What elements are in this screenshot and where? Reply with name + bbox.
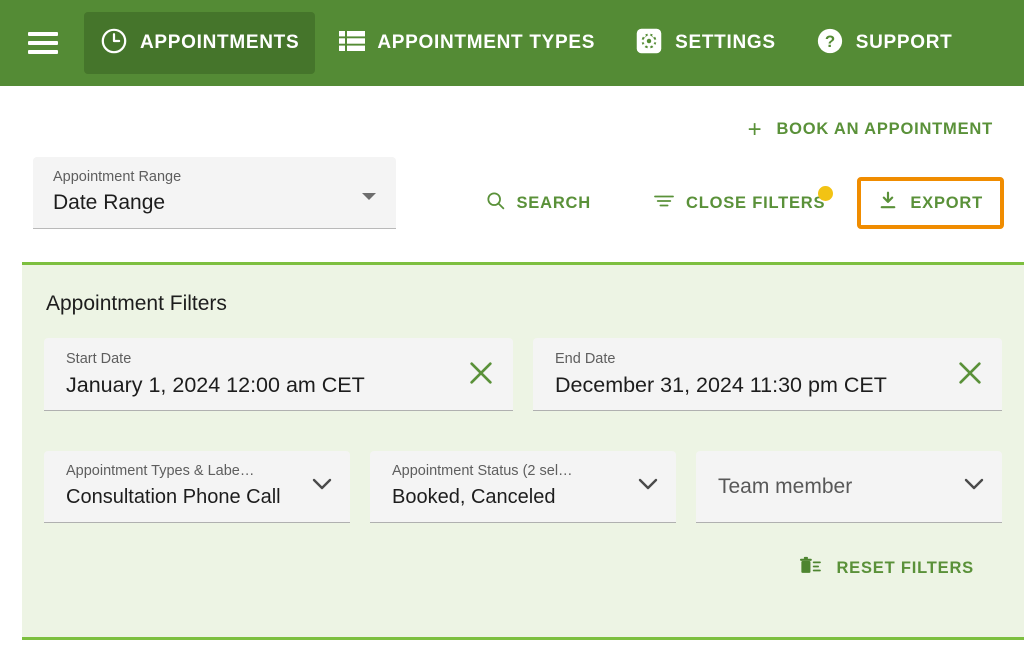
download-icon bbox=[878, 190, 898, 216]
hamburger-bar bbox=[28, 32, 58, 36]
list-table-icon bbox=[339, 29, 366, 58]
appointment-types-labels-select[interactable]: Appointment Types & Labe… Consultation P… bbox=[44, 451, 350, 523]
nav-item-appointment-types[interactable]: APPOINTMENT TYPES bbox=[323, 12, 611, 74]
page-content: + BOOK AN APPOINTMENT Appointment Range … bbox=[0, 86, 1024, 670]
start-date-label: Start Date bbox=[66, 351, 132, 367]
appointment-range-label: Appointment Range bbox=[53, 169, 182, 185]
filters-panel-title: Appointment Filters bbox=[46, 292, 227, 315]
nav-item-label: SUPPORT bbox=[855, 32, 953, 53]
book-an-appointment-label: BOOK AN APPOINTMENT bbox=[776, 120, 993, 138]
reset-filters-row: RESET FILTERS bbox=[44, 550, 1002, 587]
trash-icon bbox=[798, 556, 822, 581]
search-button[interactable]: SEARCH bbox=[475, 182, 601, 224]
nav-item-settings[interactable]: SETTINGS bbox=[619, 12, 792, 74]
appointment-types-labels-value: Consultation Phone Call bbox=[66, 486, 281, 508]
appointment-range-select[interactable]: Appointment Range Date Range bbox=[33, 157, 396, 229]
team-member-placeholder: Team member bbox=[718, 474, 853, 498]
close-filters-label: CLOSE FILTERS bbox=[685, 193, 826, 212]
filter-icon bbox=[653, 192, 675, 215]
book-appointment-row: + BOOK AN APPOINTMENT bbox=[0, 86, 1024, 143]
filters-active-badge bbox=[818, 185, 834, 201]
search-icon bbox=[485, 190, 506, 216]
export-button[interactable]: EXPORT bbox=[857, 177, 1004, 229]
end-date-field[interactable]: End Date December 31, 2024 11:30 pm CET bbox=[533, 338, 1002, 411]
team-member-select[interactable]: Team member bbox=[696, 451, 1002, 523]
chevron-down-icon bbox=[964, 477, 984, 490]
chevron-down-icon bbox=[638, 477, 658, 490]
nav-item-label: SETTINGS bbox=[675, 32, 776, 53]
question-circle-icon: ? bbox=[816, 27, 844, 60]
appointment-range-value: Date Range bbox=[53, 191, 166, 214]
gear-icon bbox=[635, 27, 663, 60]
end-date-value: December 31, 2024 11:30 pm CET bbox=[555, 373, 887, 397]
svg-text:?: ? bbox=[825, 32, 835, 51]
clock-icon bbox=[100, 27, 128, 60]
plus-icon: + bbox=[747, 115, 763, 143]
end-date-label: End Date bbox=[555, 351, 616, 367]
action-buttons: SEARCH CLOSE FILTERS EXPORT bbox=[475, 177, 1004, 229]
nav-item-label: APPOINTMENT TYPES bbox=[377, 32, 596, 53]
appointment-status-label: Appointment Status (2 sel… bbox=[392, 463, 573, 479]
appointment-status-select[interactable]: Appointment Status (2 sel… Booked, Cance… bbox=[370, 451, 676, 523]
dropdown-filter-row: Appointment Types & Labe… Consultation P… bbox=[44, 451, 1002, 523]
reset-filters-label: RESET FILTERS bbox=[836, 559, 974, 577]
reset-filters-button[interactable]: RESET FILTERS bbox=[794, 550, 978, 587]
start-date-field[interactable]: Start Date January 1, 2024 12:00 am CET bbox=[44, 338, 513, 411]
end-date-clear-icon[interactable] bbox=[956, 359, 984, 387]
hamburger-menu-icon[interactable] bbox=[28, 32, 58, 54]
nav-item-appointments[interactable]: APPOINTMENTS bbox=[84, 12, 316, 74]
close-filters-button[interactable]: CLOSE FILTERS bbox=[643, 184, 835, 223]
hamburger-bar bbox=[28, 41, 58, 45]
appointment-filters-panel: Appointment Filters Start Date January 1… bbox=[22, 262, 1024, 640]
export-label: EXPORT bbox=[910, 193, 983, 212]
appointment-types-labels-label: Appointment Types & Labe… bbox=[66, 463, 255, 479]
appointment-status-value: Booked, Canceled bbox=[392, 486, 556, 508]
date-filter-row: Start Date January 1, 2024 12:00 am CET … bbox=[44, 338, 1002, 411]
chevron-down-icon bbox=[312, 477, 332, 490]
start-date-clear-icon[interactable] bbox=[467, 359, 495, 387]
hamburger-bar bbox=[28, 50, 58, 54]
nav-item-label: APPOINTMENTS bbox=[140, 32, 300, 53]
start-date-value: January 1, 2024 12:00 am CET bbox=[66, 373, 365, 397]
search-label: SEARCH bbox=[516, 193, 591, 212]
caret-down-icon bbox=[362, 193, 376, 200]
controls-row: Appointment Range Date Range SEARCH CLOS… bbox=[0, 143, 1024, 229]
top-navigation-bar: APPOINTMENTS APPOINTMENT TYPES SETTINGS … bbox=[0, 0, 1024, 86]
book-an-appointment-button[interactable]: + BOOK AN APPOINTMENT bbox=[746, 116, 995, 143]
nav-item-support[interactable]: ? SUPPORT bbox=[800, 12, 969, 74]
